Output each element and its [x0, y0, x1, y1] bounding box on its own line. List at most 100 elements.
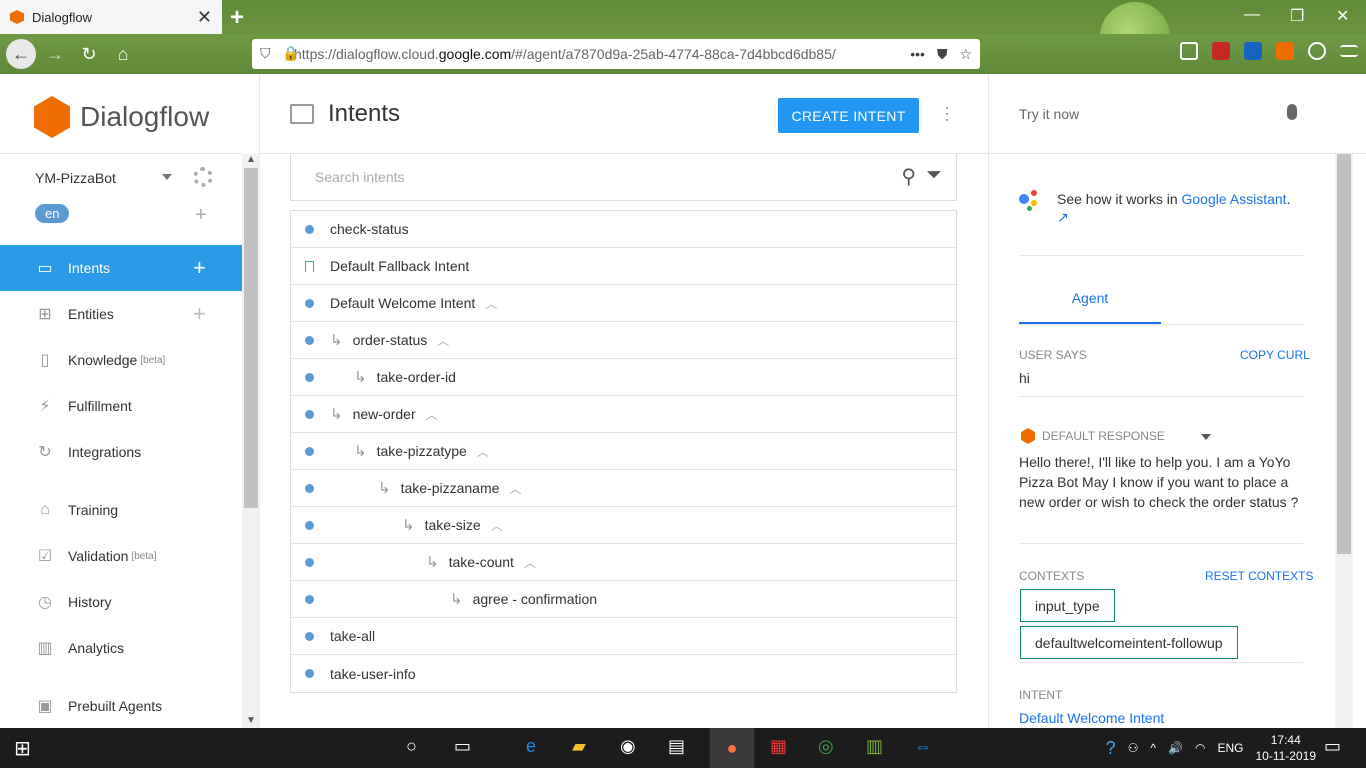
tray-expand-icon[interactable]: ^ — [1150, 741, 1156, 755]
intent-name[interactable]: Default Fallback Intent — [330, 258, 469, 274]
scroll-up-icon[interactable]: ▲ — [246, 154, 256, 165]
intent-name[interactable]: take-pizzatype — [377, 443, 467, 459]
language-badge[interactable]: en — [35, 204, 70, 223]
task-view-icon[interactable]: ▭ — [454, 736, 471, 757]
intent-name[interactable]: agree - confirmation — [473, 591, 598, 607]
notifications-icon[interactable]: ▭ — [1324, 736, 1341, 757]
search-input[interactable]: Search intents — [315, 169, 405, 185]
sidebar-item-history[interactable]: ◷ History — [0, 579, 242, 625]
forward-button[interactable]: → — [40, 39, 70, 69]
edge-icon[interactable]: e — [526, 736, 536, 757]
firefox-icon[interactable]: ● — [710, 728, 754, 768]
search-icon[interactable]: ⚲ — [901, 164, 916, 189]
shield-icon[interactable]: ⛉ — [260, 45, 271, 62]
right-scroll-thumb[interactable] — [1337, 154, 1351, 554]
reader-icon[interactable] — [1180, 42, 1198, 60]
filter-icon[interactable]: ⏷ — [926, 164, 942, 189]
page-actions-icon[interactable]: ••• — [910, 46, 925, 63]
collapse-chevron-icon[interactable]: ︿ — [477, 443, 489, 460]
intent-row[interactable]: ↳ take-count ︿ — [291, 544, 956, 581]
maximize-button[interactable]: ❐ — [1290, 6, 1304, 26]
intent-name[interactable]: take-pizzaname — [401, 480, 500, 496]
extension-a-icon[interactable] — [1276, 42, 1294, 60]
intent-row[interactable]: Default Welcome Intent ︿ — [291, 285, 956, 322]
search-intents[interactable]: Search intents ⚲ ⏷ — [290, 154, 957, 201]
help-icon[interactable]: ? — [1106, 738, 1116, 759]
account-icon[interactable] — [1308, 42, 1326, 60]
matched-intent-link[interactable]: Default Welcome Intent — [1019, 710, 1164, 726]
try-it-input[interactable]: Try it now — [1019, 106, 1079, 122]
sidebar-item-validation[interactable]: ☑ Validation [beta] — [0, 533, 242, 579]
collapse-chevron-icon[interactable]: ︿ — [509, 480, 521, 497]
sidebar-scrollbar[interactable]: ▲ ▼ — [242, 154, 260, 728]
clock[interactable]: 17:44 10-11-2019 — [1256, 732, 1317, 764]
new-tab-button[interactable]: + — [230, 4, 244, 32]
intent-name[interactable]: Default Welcome Intent — [330, 295, 475, 311]
volume-icon[interactable]: 🔊 — [1168, 741, 1183, 755]
intent-row[interactable]: Default Fallback Intent — [291, 248, 956, 285]
sidebar-item-intents[interactable]: ▭ Intents + — [0, 245, 242, 291]
sidebar-item-entities[interactable]: ⊞ Entities + — [0, 291, 242, 337]
collapse-chevron-icon[interactable]: ︿ — [426, 406, 438, 423]
tab-close-icon[interactable]: ✕ — [197, 7, 212, 28]
intent-name[interactable]: take-all — [330, 628, 375, 644]
lock-icon[interactable]: 🔒 — [282, 45, 299, 62]
intent-row[interactable]: ↳ take-order-id — [291, 359, 956, 396]
minimize-button[interactable]: — — [1244, 6, 1260, 24]
whatsapp-icon[interactable]: ◎ — [818, 736, 834, 757]
add-language-button[interactable]: + — [195, 204, 207, 227]
chart-app-icon[interactable]: ▥ — [866, 736, 883, 757]
intent-name[interactable]: take-count — [449, 554, 514, 570]
intent-name[interactable]: take-size — [425, 517, 481, 533]
sidebar-item-prebuilt-agents[interactable]: ▣ Prebuilt Agents — [0, 683, 242, 729]
sidebar-scroll-thumb[interactable] — [244, 168, 258, 508]
teamviewer-icon[interactable]: ⇔ — [914, 736, 932, 757]
intent-name[interactable]: take-user-info — [330, 666, 416, 682]
intent-row[interactable]: ↳ take-size ︿ — [291, 507, 956, 544]
sidebar-item-analytics[interactable]: ▥ Analytics — [0, 625, 242, 671]
reset-contexts-button[interactable]: RESET CONTEXTS — [1205, 569, 1313, 583]
microphone-icon[interactable] — [1287, 104, 1297, 120]
gear-icon[interactable] — [193, 167, 213, 187]
create-intent-button[interactable]: CREATE INTENT — [778, 98, 919, 133]
add-intents-button[interactable]: + — [193, 255, 206, 281]
intent-name[interactable]: order-status — [353, 332, 428, 348]
intent-row[interactable]: take-all — [291, 618, 956, 655]
flash-icon[interactable] — [1212, 42, 1230, 60]
add-entities-button[interactable]: + — [193, 301, 206, 327]
collapse-chevron-icon[interactable]: ︿ — [524, 554, 536, 571]
eclipse-icon[interactable]: ◉ — [620, 736, 636, 757]
collapse-chevron-icon[interactable]: ︿ — [485, 295, 497, 312]
home-button[interactable]: ⌂ — [108, 39, 138, 69]
intent-row[interactable]: check-status — [291, 211, 956, 248]
copy-curl-button[interactable]: COPY CURL — [1240, 348, 1310, 362]
app-grid-icon[interactable]: ▦ — [770, 736, 787, 757]
extension-s-icon[interactable] — [1244, 42, 1262, 60]
sidebar-item-training[interactable]: ⌂ Training — [0, 487, 242, 533]
bookmark-star-icon[interactable]: ☆ — [959, 46, 972, 63]
sidebar-item-knowledge[interactable]: ▯ Knowledge [beta] — [0, 337, 242, 383]
document-app-icon[interactable]: ▤ — [668, 736, 685, 757]
address-bar[interactable]: ⛉ 🔒 https://dialogflow.cloud.google.com/… — [252, 39, 980, 69]
intent-name[interactable]: check-status — [330, 221, 409, 237]
intent-row[interactable]: ↳ new-order ︿ — [291, 396, 956, 433]
agent-name[interactable]: YM-PizzaBot — [35, 170, 116, 186]
google-assistant-link[interactable]: Google Assistant — [1182, 191, 1287, 207]
wifi-icon[interactable]: ◠ — [1195, 741, 1205, 755]
right-scrollbar[interactable] — [1335, 154, 1353, 728]
windows-start-icon[interactable]: ⊞ — [14, 736, 31, 761]
people-icon[interactable]: ⚇ — [1128, 741, 1139, 755]
intent-row[interactable]: ↳ order-status ︿ — [291, 322, 956, 359]
collapse-chevron-icon[interactable]: ︿ — [491, 517, 503, 534]
intent-row[interactable]: ↳ agree - confirmation — [291, 581, 956, 618]
browser-tab[interactable]: Dialogflow ✕ — [0, 0, 222, 34]
reload-button[interactable]: ↻ — [74, 39, 104, 69]
sidebar-item-integrations[interactable]: ↻ Integrations — [0, 429, 242, 475]
pocket-icon[interactable]: ⛊ — [937, 46, 948, 63]
scroll-down-icon[interactable]: ▼ — [246, 715, 256, 726]
tab-agent[interactable]: Agent — [1019, 286, 1161, 324]
cortana-icon[interactable]: ○ — [406, 736, 417, 757]
external-link-icon[interactable]: ↗ — [1057, 209, 1069, 225]
collapse-chevron-icon[interactable]: ︿ — [437, 332, 449, 349]
intent-row[interactable]: ↳ take-pizzaname ︿ — [291, 470, 956, 507]
